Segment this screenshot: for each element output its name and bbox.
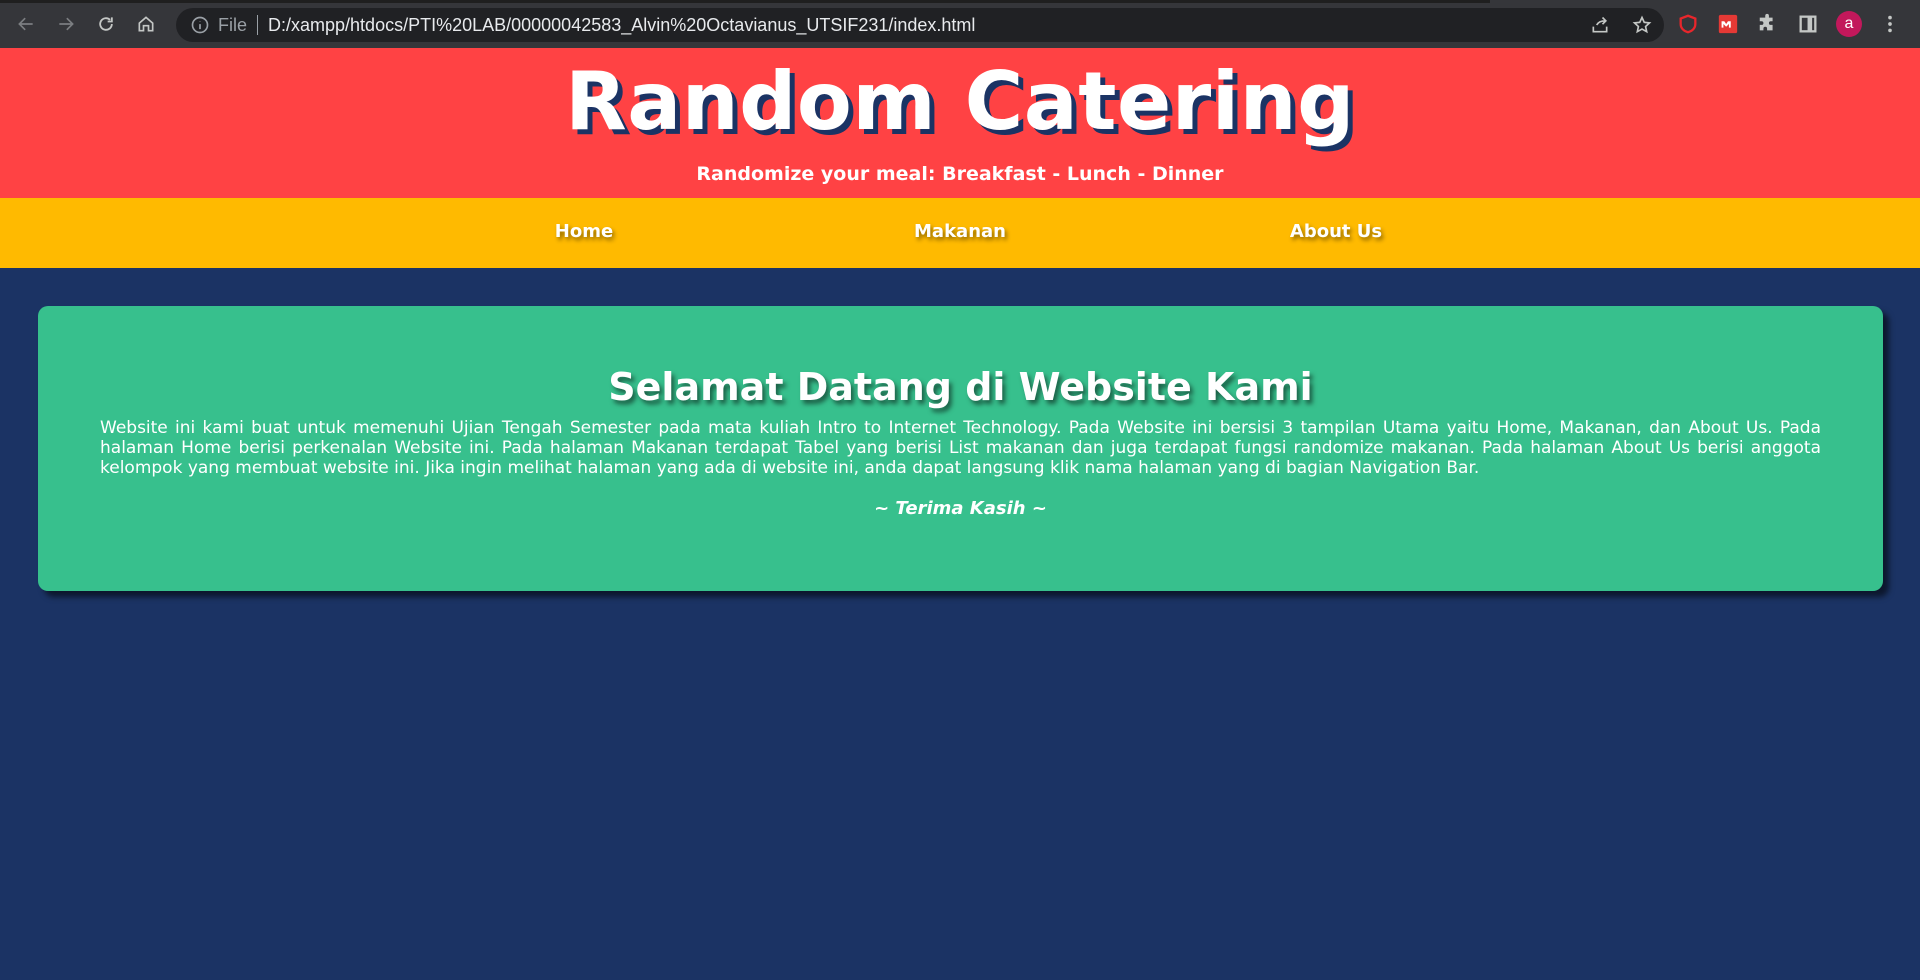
- tab-strip-edge: [0, 0, 1490, 3]
- back-icon[interactable]: [6, 4, 46, 44]
- red-extension-icon[interactable]: [1716, 12, 1740, 36]
- omnibox-actions: [1588, 13, 1654, 37]
- puzzle-icon[interactable]: [1756, 12, 1780, 36]
- reload-icon[interactable]: [86, 4, 126, 44]
- info-icon[interactable]: [190, 15, 210, 35]
- welcome-text: Website ini kami buat untuk memenuhi Uji…: [100, 418, 1821, 478]
- separator: [257, 15, 259, 35]
- address-bar[interactable]: File D:/xampp/htdocs/PTI%20LAB/000000425…: [176, 8, 1664, 42]
- file-label: File: [218, 14, 248, 35]
- welcome-card: Selamat Datang di Website Kami Website i…: [38, 306, 1883, 591]
- tagline: Randomize your meal: Breakfast - Lunch -…: [696, 163, 1224, 185]
- avatar[interactable]: a: [1836, 11, 1862, 37]
- kebab-menu-icon[interactable]: [1878, 12, 1902, 36]
- shield-extension-icon[interactable]: [1676, 12, 1700, 36]
- forward-icon[interactable]: [46, 4, 86, 44]
- nav-makanan-link[interactable]: Makanan: [914, 221, 1006, 242]
- extensions-area: a: [1676, 4, 1902, 44]
- share-icon[interactable]: [1588, 13, 1612, 37]
- home-icon[interactable]: [126, 4, 166, 44]
- nav-about-us-link[interactable]: About Us: [1290, 221, 1382, 242]
- site-header: Random Catering Randomize your meal: Bre…: [0, 48, 1920, 198]
- star-icon[interactable]: [1630, 13, 1654, 37]
- thanks-text: ~ Terima Kasih ~: [874, 498, 1047, 519]
- navigation-bar: Home Makanan About Us: [0, 198, 1920, 268]
- browser-toolbar: File D:/xampp/htdocs/PTI%20LAB/000000425…: [0, 0, 1920, 48]
- nav-home-link[interactable]: Home: [555, 221, 613, 242]
- sidebar-icon[interactable]: [1796, 12, 1820, 36]
- welcome-heading: Selamat Datang di Website Kami: [608, 365, 1313, 409]
- site-title: Random Catering: [565, 55, 1355, 148]
- url-text[interactable]: D:/xampp/htdocs/PTI%20LAB/00000042583_Al…: [268, 15, 975, 36]
